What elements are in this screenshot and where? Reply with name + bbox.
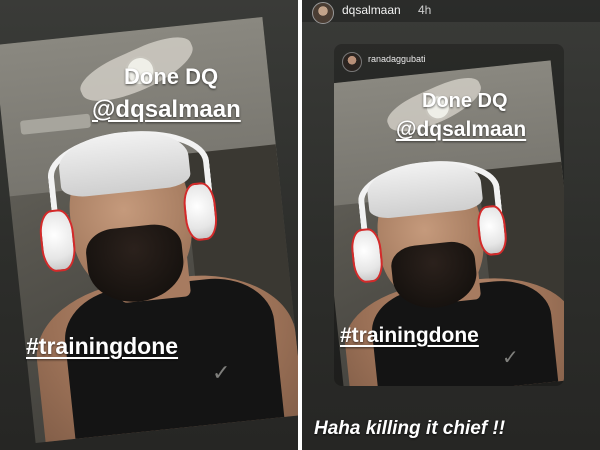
mention-link[interactable]: @dqsalmaan <box>396 118 526 142</box>
story-text-line1: Done DQ <box>422 90 508 112</box>
hashtag-link[interactable]: #trainingdone <box>340 324 479 348</box>
avatar[interactable] <box>312 2 334 24</box>
right-story-panel: dqsalmaan 4h ranadaggubati Done DQ @dqsa… <box>302 0 600 450</box>
hashtag-link[interactable]: #trainingdone <box>26 333 178 360</box>
story-timestamp: 4h <box>418 3 432 17</box>
check-mark-icon: ✓ <box>502 347 519 369</box>
check-mark-icon: ✓ <box>212 360 231 385</box>
story-header: dqsalmaan 4h <box>302 0 600 24</box>
story-caption: Haha killing it chief !! <box>314 418 506 439</box>
avatar[interactable] <box>342 52 362 72</box>
story-text-line1: Done DQ <box>124 64 219 89</box>
left-story-panel: Done DQ @dqsalmaan #trainingdone ✓ <box>0 0 298 450</box>
repost-username[interactable]: ranadaggubati <box>368 54 426 64</box>
story-username[interactable]: dqsalmaan <box>342 3 401 17</box>
mention-link[interactable]: @dqsalmaan <box>92 96 241 124</box>
